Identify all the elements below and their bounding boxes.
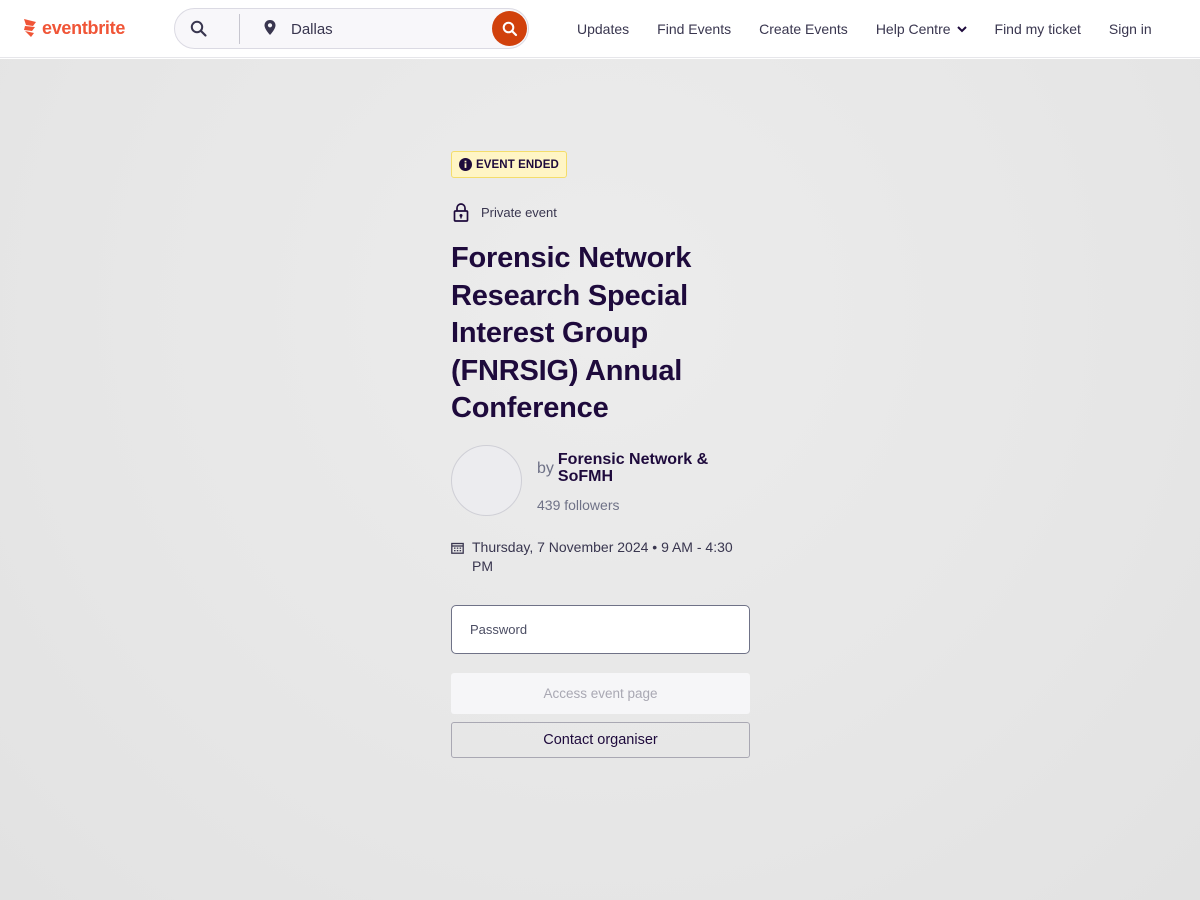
private-event-card: EVENT ENDED Private event Forensic Netwo… (451, 151, 751, 758)
search-divider (239, 14, 240, 44)
calendar-icon (451, 542, 464, 554)
lock-icon (453, 203, 469, 222)
nav-help-centre-label: Help Centre (875, 21, 951, 37)
nav-updates-label: Updates (577, 21, 630, 37)
organiser-block: by Forensic Network & SoFMH 439 follower… (451, 444, 751, 516)
eventbrite-logo[interactable]: eventbrite (22, 14, 125, 42)
nav-find-events[interactable]: Find Events (643, 21, 745, 37)
event-date-text: Thursday, 7 November 2024 • 9 AM - 4:30 … (472, 538, 733, 574)
nav-help-centre[interactable]: Help Centre (862, 21, 981, 37)
logo-wordmark: eventbrite (42, 17, 126, 38)
private-event-row: Private event (451, 202, 751, 222)
info-icon (459, 158, 472, 171)
nav-create-events[interactable]: Create Events (745, 21, 862, 37)
eventbrite-logo-mark-icon (24, 19, 36, 37)
organiser-avatar[interactable] (451, 444, 522, 516)
search-submit-button[interactable] (492, 11, 527, 46)
event-ended-label: EVENT ENDED (476, 158, 559, 171)
organiser-line: by Forensic Network & SoFMH (537, 451, 728, 485)
organiser-by-label: by (537, 459, 554, 477)
access-event-page-button[interactable]: Access event page (451, 672, 750, 714)
nav-find-events-label: Find Events (657, 21, 732, 37)
nav-sign-in-label: Sign in (1108, 21, 1152, 37)
search-bar[interactable] (174, 8, 529, 49)
password-input[interactable] (451, 604, 750, 654)
organiser-followers: 439 followers (537, 496, 620, 513)
contact-organiser-button[interactable]: Contact organiser (451, 721, 750, 758)
chevron-down-icon (956, 25, 967, 32)
location-pin-icon (261, 18, 279, 38)
nav-create-events-label: Create Events (759, 21, 848, 37)
organiser-info: by Forensic Network & SoFMH 439 follower… (537, 445, 728, 513)
event-ended-badge: EVENT ENDED (451, 151, 567, 178)
search-submit-icon (502, 21, 517, 36)
nav-find-my-ticket-label: Find my ticket (994, 21, 1081, 37)
event-date-row: Thursday, 7 November 2024 • 9 AM - 4:30 … (451, 538, 751, 576)
private-event-label: Private event (481, 204, 557, 220)
nav-find-my-ticket[interactable]: Find my ticket (981, 21, 1095, 37)
organiser-name-link[interactable]: Forensic Network & SoFMH (558, 451, 728, 485)
event-title: Forensic Network Research Special Intere… (451, 242, 692, 424)
nav-sign-in[interactable]: Sign in (1095, 21, 1166, 37)
search-icon[interactable] (189, 19, 209, 39)
top-nav: Updates Find Events Create Events Help C… (563, 0, 1166, 58)
nav-updates[interactable]: Updates (563, 21, 643, 37)
site-header: eventbrite Updates Find Events Create (0, 0, 1200, 58)
location-input[interactable] (291, 15, 481, 43)
main-content-area: EVENT ENDED Private event Forensic Netwo… (0, 59, 1200, 900)
